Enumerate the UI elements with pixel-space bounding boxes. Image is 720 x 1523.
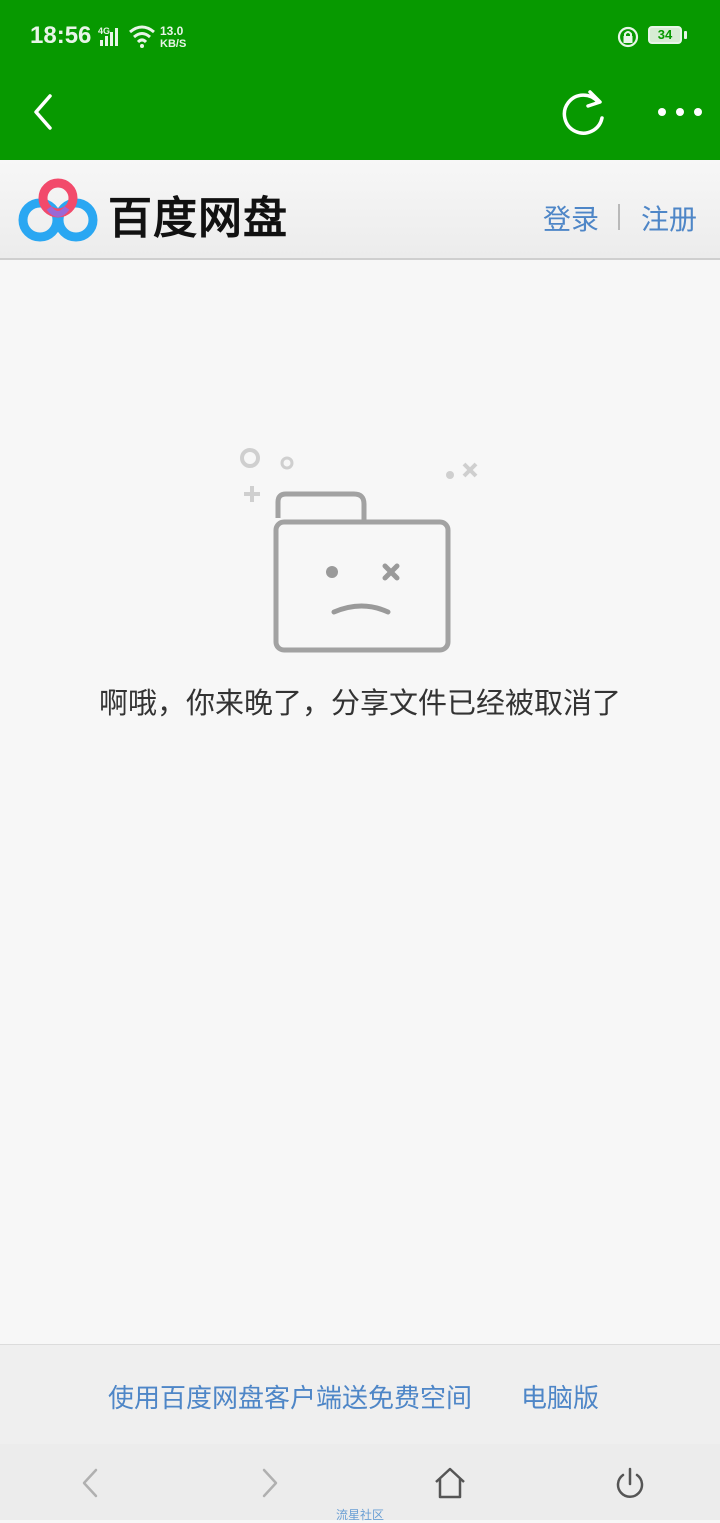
header-separator xyxy=(618,204,620,230)
watermark-text: 流星社区 xyxy=(335,1508,384,1522)
login-link[interactable]: 登录 xyxy=(543,198,599,238)
net-speed-value: 13.0 xyxy=(160,24,184,38)
client-promo-link[interactable]: 使用百度网盘客户端送免费空间 xyxy=(108,1378,472,1415)
cellular-signal-icon: 4G xyxy=(98,26,118,46)
chevron-left-icon[interactable] xyxy=(30,92,60,132)
nav-forward-icon[interactable] xyxy=(258,1466,282,1500)
net-speed-unit: KB/S xyxy=(160,38,187,50)
network-type-label: 4G xyxy=(98,26,110,36)
nav-home-icon[interactable] xyxy=(432,1464,468,1500)
refresh-icon[interactable] xyxy=(560,88,608,138)
battery-tip xyxy=(684,31,687,39)
baidu-netdisk-logo-icon[interactable] xyxy=(18,178,98,242)
more-dots-icon[interactable] xyxy=(656,104,704,120)
wifi-icon xyxy=(129,25,155,48)
rotation-lock-icon xyxy=(617,26,639,48)
empty-state-message: 啊哦，你来晚了，分享文件已经被取消了 xyxy=(98,686,621,720)
desktop-version-link[interactable]: 电脑版 xyxy=(521,1378,599,1415)
nav-power-icon[interactable] xyxy=(612,1466,648,1502)
browser-toolbar xyxy=(0,72,720,160)
register-link[interactable]: 注册 xyxy=(641,198,697,238)
nav-back-icon[interactable] xyxy=(78,1466,102,1500)
battery-indicator: 34 xyxy=(648,26,682,44)
status-time: 18:56 xyxy=(30,22,92,49)
sad-folder-icon xyxy=(240,448,478,653)
brand-name: 百度网盘 xyxy=(108,193,288,244)
